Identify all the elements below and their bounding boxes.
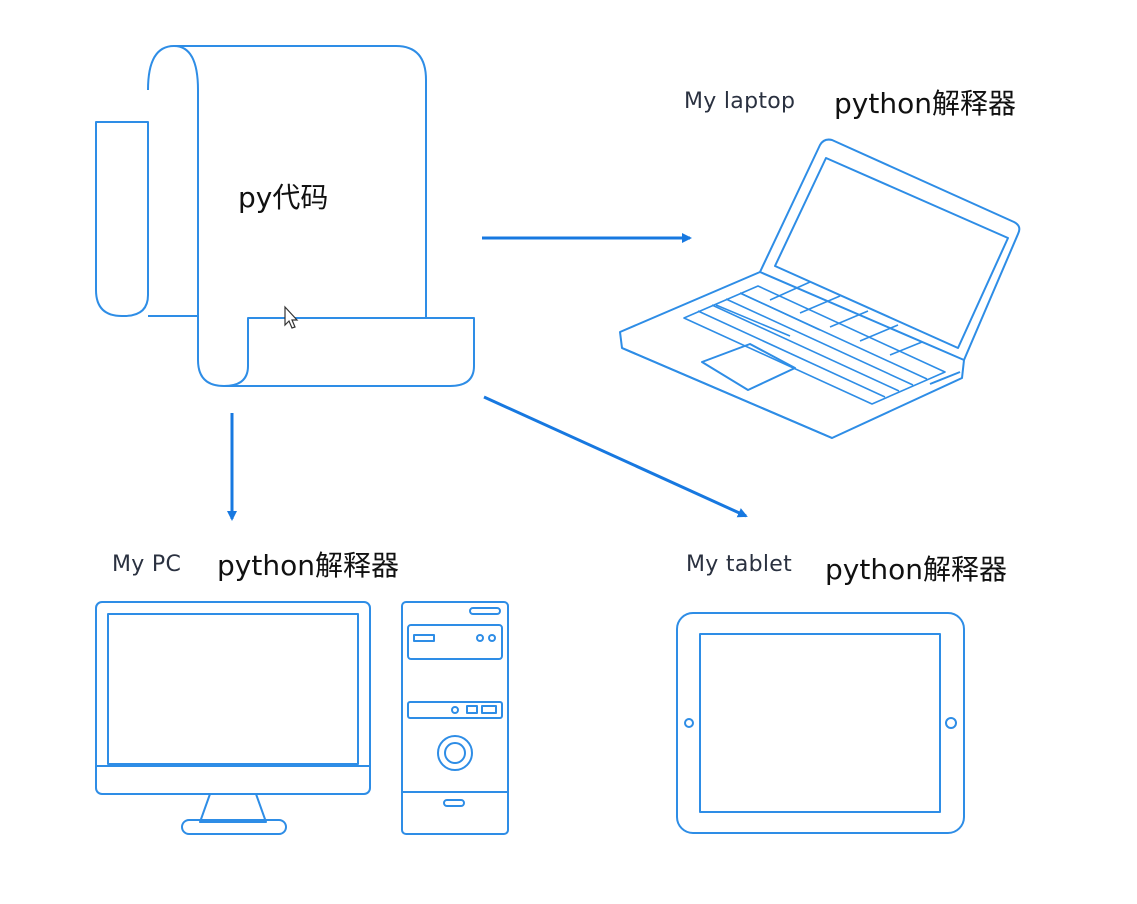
arrow-to-tablet	[483, 395, 748, 518]
tablet-interpreter-label: python解释器	[825, 553, 1007, 586]
tablet-icon	[676, 612, 965, 834]
tablet-device-name: My tablet	[686, 552, 793, 577]
laptop-device-name: My laptop	[684, 89, 796, 114]
pc-interpreter-label: python解释器	[217, 549, 399, 582]
laptop-icon	[619, 138, 1021, 439]
pc-tower-icon	[401, 601, 509, 835]
pc-device-name: My PC	[112, 552, 182, 577]
scroll-icon	[95, 45, 475, 387]
pc-monitor-icon	[95, 601, 371, 835]
mouse-cursor-icon	[284, 305, 299, 329]
laptop-interpreter-label: python解释器	[834, 87, 1016, 120]
diagram-canvas	[95, 45, 1021, 835]
code-label: py代码	[238, 181, 329, 214]
